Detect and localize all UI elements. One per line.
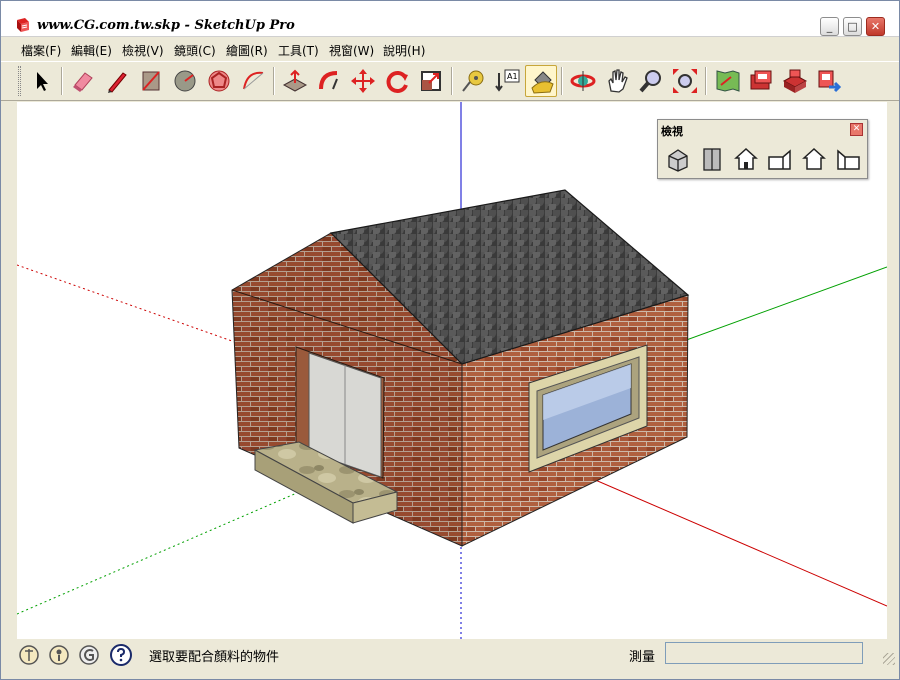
status-bar: 選取要配合顏料的物件 測量 (1, 639, 899, 679)
move-icon[interactable] (347, 65, 379, 97)
tape-measure-icon[interactable] (457, 65, 489, 97)
toolbar-separator (273, 67, 275, 95)
toolbar-separator (451, 67, 453, 95)
components-icon[interactable] (779, 65, 811, 97)
text-label-icon[interactable]: A1 (491, 65, 523, 97)
orbit-icon[interactable] (567, 65, 599, 97)
toolbar-separator (561, 67, 563, 95)
credits-icon[interactable] (47, 643, 71, 667)
menu-help[interactable]: 說明(H) (383, 42, 425, 59)
menu-window[interactable]: 視窗(W) (329, 42, 374, 59)
measurement-field[interactable] (665, 642, 863, 664)
top-view-icon[interactable] (698, 145, 726, 173)
zoom-extents-icon[interactable] (669, 65, 701, 97)
toolbar-separator (705, 67, 707, 95)
menu-bar: 檔案(F) 編輯(E) 檢視(V) 鏡頭(C) 繪圖(R) 工具(T) 視窗(W… (1, 39, 899, 61)
views-panel: 檢視 ✕ (657, 119, 868, 179)
window-title: www.CG.com.tw.skp - SketchUp Pro (37, 18, 295, 33)
share-model-icon[interactable] (745, 65, 777, 97)
status-message: 選取要配合顏料的物件 (149, 650, 280, 665)
toolbar-separator (61, 67, 63, 95)
scale-icon[interactable] (415, 65, 447, 97)
eraser-icon[interactable] (67, 65, 99, 97)
views-panel-title: 檢視 (661, 125, 683, 138)
follow-me-icon[interactable] (313, 65, 345, 97)
get-models-icon[interactable] (711, 65, 743, 97)
sign-in-icon[interactable] (77, 643, 101, 667)
front-view-icon[interactable] (732, 145, 760, 173)
menu-view[interactable]: 檢視(V) (122, 42, 164, 59)
views-panel-close-button[interactable]: ✕ (850, 123, 863, 136)
geo-location-icon[interactable] (17, 643, 41, 667)
model-scene[interactable] (17, 102, 887, 639)
model-viewport[interactable] (17, 102, 887, 639)
sketchup-window: www.CG.com.tw.skp - SketchUp Pro _ □ ✕ 檔… (0, 0, 900, 680)
maximize-button[interactable]: □ (843, 17, 862, 36)
pencil-line-icon[interactable] (101, 65, 133, 97)
menu-file[interactable]: 檔案(F) (21, 42, 61, 59)
minimize-button[interactable]: _ (820, 17, 839, 36)
left-view-icon[interactable] (834, 145, 862, 173)
menu-tools[interactable]: 工具(T) (278, 42, 319, 59)
arc-icon[interactable] (237, 65, 269, 97)
polygon-icon[interactable] (203, 65, 235, 97)
iso-view-icon[interactable] (664, 145, 692, 173)
push-pull-icon[interactable] (279, 65, 311, 97)
circle-icon[interactable] (169, 65, 201, 97)
sketchup-logo-icon (17, 18, 29, 32)
paint-bucket-icon[interactable] (525, 65, 557, 97)
close-button[interactable]: ✕ (866, 17, 885, 36)
menu-draw[interactable]: 繪圖(R) (226, 42, 268, 59)
zoom-icon[interactable] (635, 65, 667, 97)
instructor-help-icon[interactable] (109, 643, 133, 667)
title-bar: www.CG.com.tw.skp - SketchUp Pro _ □ ✕ (1, 1, 899, 37)
menu-edit[interactable]: 編輯(E) (71, 42, 112, 59)
toolbar-grip[interactable] (18, 66, 21, 96)
rotate-icon[interactable] (381, 65, 413, 97)
back-view-icon[interactable] (800, 145, 828, 173)
rectangle-icon[interactable] (135, 65, 167, 97)
main-toolbar: A1 (1, 61, 899, 101)
select-arrow-icon[interactable] (25, 65, 57, 97)
right-view-icon[interactable] (766, 145, 794, 173)
resize-grip[interactable] (883, 653, 895, 665)
export-icon[interactable] (813, 65, 845, 97)
pan-icon[interactable] (601, 65, 633, 97)
measurement-label: 測量 (629, 650, 656, 665)
text-tool-glyph: A1 (507, 72, 518, 81)
menu-camera[interactable]: 鏡頭(C) (174, 42, 216, 59)
